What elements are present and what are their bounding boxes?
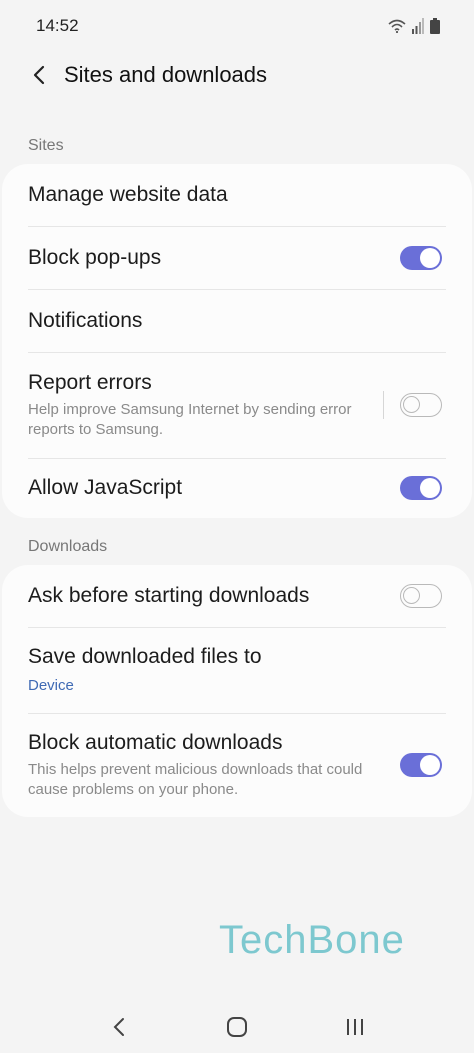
vertical-divider [383,391,384,419]
page-title: Sites and downloads [64,62,268,87]
downloads-card: Ask before starting downloads Save downl… [2,565,472,817]
item-title: Allow JavaScript [28,476,183,499]
ask-before-downloads-toggle[interactable] [400,584,442,608]
sites-card: Manage website data Block pop-ups Notifi… [2,164,472,518]
item-title: Notifications [28,308,143,332]
item-subtitle: This helps prevent malicious downloads t… [28,761,363,798]
home-icon [227,1016,247,1037]
download-location-value: Device [28,677,74,694]
item-title: Report errors [28,371,152,394]
block-popups-toggle[interactable] [400,245,442,270]
notifications-item[interactable]: Notifications [2,289,472,352]
nav-recents-button[interactable] [335,1007,375,1047]
recents-icon [347,1018,363,1035]
manage-website-data-item[interactable]: Manage website data [2,164,472,226]
signal-icon [412,18,424,34]
navigation-bar [0,1000,474,1053]
item-subtitle: Help improve Samsung Internet by sending… [28,401,352,438]
battery-icon [430,18,440,34]
block-automatic-downloads-toggle[interactable] [400,753,442,777]
item-title: Block pop-ups [28,245,162,269]
ask-before-downloads-item[interactable]: Ask before starting downloads [2,565,472,627]
status-time: 14:52 [36,16,79,35]
status-bar: 14:52 [0,0,474,52]
wifi-icon [388,19,406,33]
item-title: Save downloaded files to [28,645,262,668]
status-icons [388,18,440,34]
back-button[interactable] [16,52,62,98]
allow-javascript-toggle[interactable] [400,476,442,500]
block-popups-item[interactable]: Block pop-ups [2,226,472,289]
item-title: Manage website data [28,183,228,206]
report-errors-item[interactable]: Report errors Help improve Samsung Inter… [2,352,472,458]
save-downloaded-files-item[interactable]: Save downloaded files to Device [2,627,472,713]
item-title: Ask before starting downloads [28,584,310,607]
nav-back-button[interactable] [99,1007,139,1047]
allow-javascript-item[interactable]: Allow JavaScript [2,458,472,518]
section-label-downloads: Downloads [28,538,108,555]
back-icon [113,1017,124,1036]
chevron-left-icon [33,65,45,85]
block-automatic-downloads-item[interactable]: Block automatic downloads This helps pre… [2,713,472,817]
app-header: Sites and downloads [0,52,474,98]
nav-home-button[interactable] [217,1007,257,1047]
report-errors-toggle[interactable] [400,393,442,417]
section-label-sites: Sites [28,137,64,154]
item-title: Block automatic downloads [28,731,283,754]
watermark-logo: TechBone [219,918,405,962]
